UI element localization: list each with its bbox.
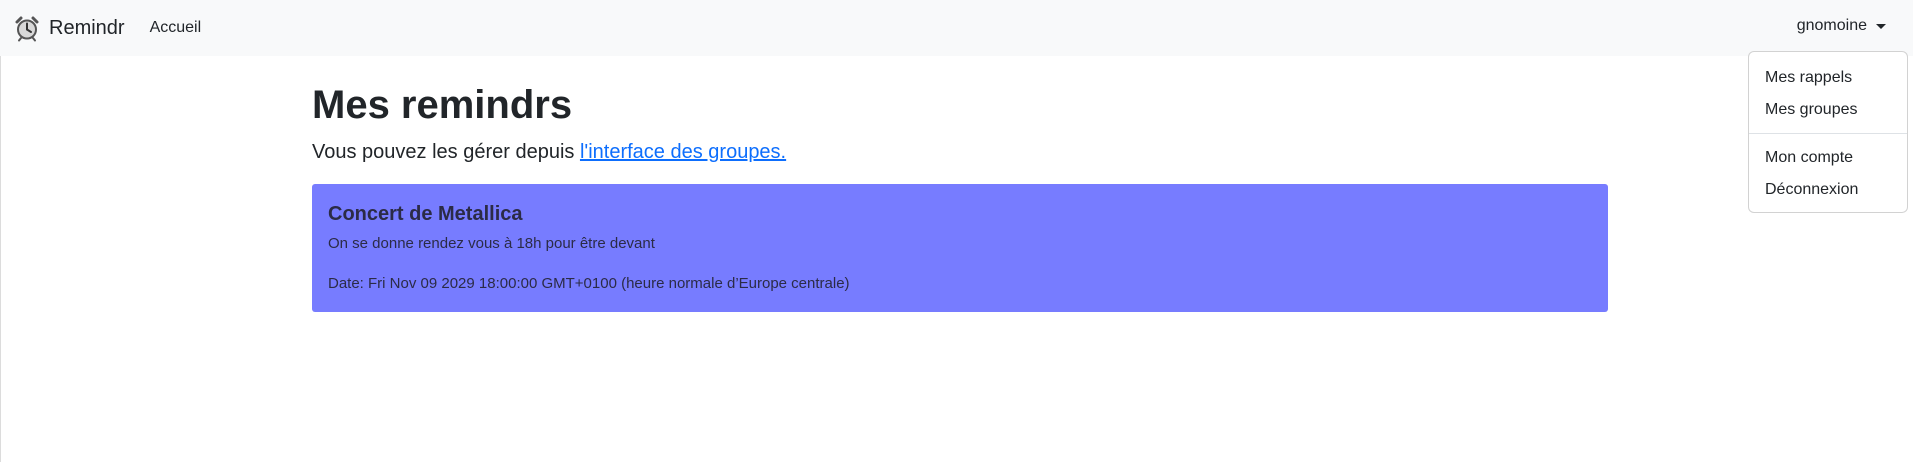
username-label: gnomoine xyxy=(1796,17,1867,34)
nav-link-home[interactable]: Accueil xyxy=(150,19,202,37)
reminder-date: Date: Fri Nov 09 2029 18:00:00 GMT+0100 … xyxy=(328,275,850,292)
page: Remindr Accueil gnomoine Mes rappels Mes… xyxy=(0,0,1913,462)
page-subtitle: Vous pouvez les gérer depuis l'interface… xyxy=(312,138,1608,166)
main-content: Mes remindrs Vous pouvez les gérer depui… xyxy=(312,78,1608,312)
menu-item-deconnexion[interactable]: Déconnexion xyxy=(1749,174,1907,206)
menu-item-mon-compte[interactable]: Mon compte xyxy=(1749,142,1907,174)
alarm-clock-icon xyxy=(13,14,41,42)
menu-divider xyxy=(1749,133,1907,134)
menu-item-mes-groupes[interactable]: Mes groupes xyxy=(1749,94,1907,126)
user-dropdown-menu: Mes rappels Mes groupes Mon compte Décon… xyxy=(1748,51,1908,213)
user-menu-toggle[interactable]: gnomoine xyxy=(1797,17,1886,35)
brand-link[interactable]: Remindr xyxy=(13,14,125,42)
menu-item-mes-rappels[interactable]: Mes rappels xyxy=(1749,62,1907,94)
navbar: Remindr Accueil gnomoine xyxy=(0,0,1913,56)
groups-interface-link[interactable]: l'interface des groupes. xyxy=(580,141,786,163)
page-title: Mes remindrs xyxy=(312,83,573,127)
reminder-card: Concert de Metallica On se donne rendez … xyxy=(312,184,1608,312)
subtitle-text: Vous pouvez les gérer depuis xyxy=(312,141,580,163)
reminder-description: On se donne rendez vous à 18h pour être … xyxy=(328,235,655,252)
brand-label: Remindr xyxy=(49,16,125,39)
caret-down-icon xyxy=(1876,23,1886,29)
window-edge xyxy=(0,56,1,462)
reminder-title: Concert de Metallica xyxy=(328,203,523,225)
